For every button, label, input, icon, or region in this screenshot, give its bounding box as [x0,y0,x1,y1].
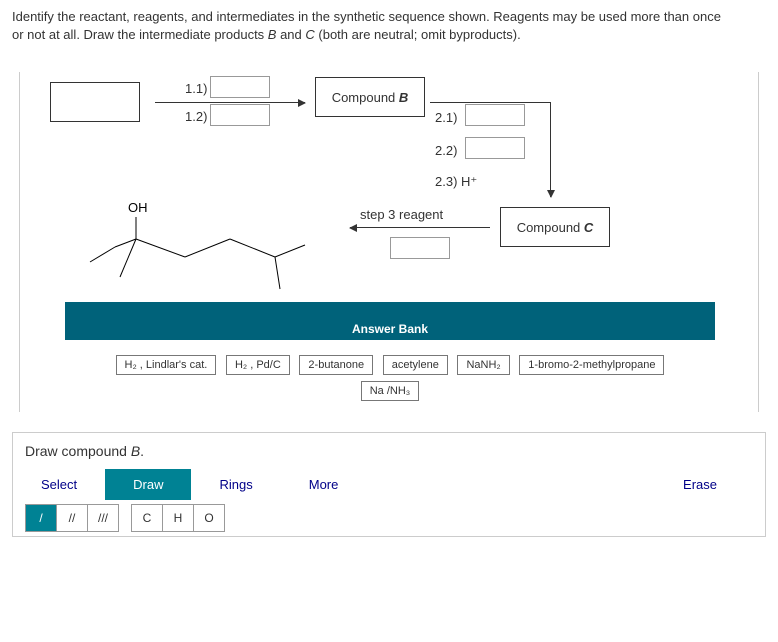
bank-item[interactable]: H₂ , Lindlar's cat. [116,355,217,375]
compound-b-box: Compound B [315,77,425,117]
step-2-2-label: 2.2) [435,143,457,158]
draw-title-a: Draw compound [25,443,131,459]
step-1-2-dropzone[interactable] [210,104,270,126]
bank-item[interactable]: Na /NH₃ [361,381,420,401]
answer-bank-title: Answer Bank [65,318,715,340]
tab-erase[interactable]: Erase [655,469,745,500]
arrow-2-lead [430,102,550,103]
compound-c-label-a: Compound [517,220,581,235]
compound-b-label-b: B [399,90,408,105]
molecule-svg: OH [80,197,310,292]
draw-tabs: Select Draw Rings More Erase [13,469,765,500]
step-2-1-dropzone[interactable] [465,104,525,126]
arrow-3 [350,227,490,228]
question-text: Identify the reactant, reagents, and int… [0,0,778,52]
draw-title-c: . [140,443,144,459]
bond-tools: / // /// [25,504,119,532]
compound-b-label-a: Compound [332,90,396,105]
tab-rings[interactable]: Rings [191,469,280,500]
bank-item[interactable]: NaNH₂ [457,355,509,375]
draw-panel: Draw compound B. Select Draw Rings More … [12,432,766,537]
bank-item[interactable]: 1-bromo-2-methylpropane [519,355,664,375]
step-1-2-label: 1.2) [185,109,207,124]
q-d: C [305,27,314,42]
reaction-diagram: 1.1) 1.2) Compound B 2.1) 2.2) 2.3) H⁺ C… [19,72,759,412]
draw-title-b: B [131,443,140,459]
compound-c-label-b: C [584,220,593,235]
draw-title: Draw compound B. [13,433,765,469]
arrow-2 [550,102,551,197]
oxygen-button[interactable]: O [193,504,225,532]
tab-more[interactable]: More [281,469,367,500]
q-line1: Identify the reactant, reagents, and int… [12,9,721,24]
tool-row: / // /// C H O [13,500,765,536]
step-2-2-dropzone[interactable] [465,137,525,159]
reactant-dropzone[interactable] [50,82,140,122]
q-line2a: or not at all. Draw the intermediate pro… [12,27,268,42]
q-line2e: (both are neutral; omit byproducts). [315,27,521,42]
step-2-1-label: 2.1) [435,110,457,125]
triple-bond-button[interactable]: /// [87,504,119,532]
q-line2c: and [276,27,305,42]
hydrogen-button[interactable]: H [162,504,194,532]
bank-top-bar [65,302,715,318]
tab-select[interactable]: Select [13,469,105,500]
oh-label: OH [128,200,148,215]
atom-tools: C H O [131,504,225,532]
step-2-3-label: 2.3) H⁺ [435,174,477,190]
step-3-dropzone[interactable] [390,237,450,259]
double-bond-button[interactable]: // [56,504,88,532]
single-bond-button[interactable]: / [25,504,57,532]
answer-bank: H₂ , Lindlar's cat. H₂ , Pd/C 2-butanone… [65,340,715,416]
bank-item[interactable]: 2-butanone [299,355,373,375]
tab-draw[interactable]: Draw [105,469,191,500]
step-1-1-label: 1.1) [185,81,207,96]
step-3-label: step 3 reagent [360,207,443,222]
carbon-button[interactable]: C [131,504,163,532]
step-1-1-dropzone[interactable] [210,76,270,98]
bank-item[interactable]: acetylene [383,355,448,375]
arrow-1 [155,102,305,103]
compound-c-box: Compound C [500,207,610,247]
bank-item[interactable]: H₂ , Pd/C [226,355,290,375]
product-molecule: OH [80,197,310,295]
